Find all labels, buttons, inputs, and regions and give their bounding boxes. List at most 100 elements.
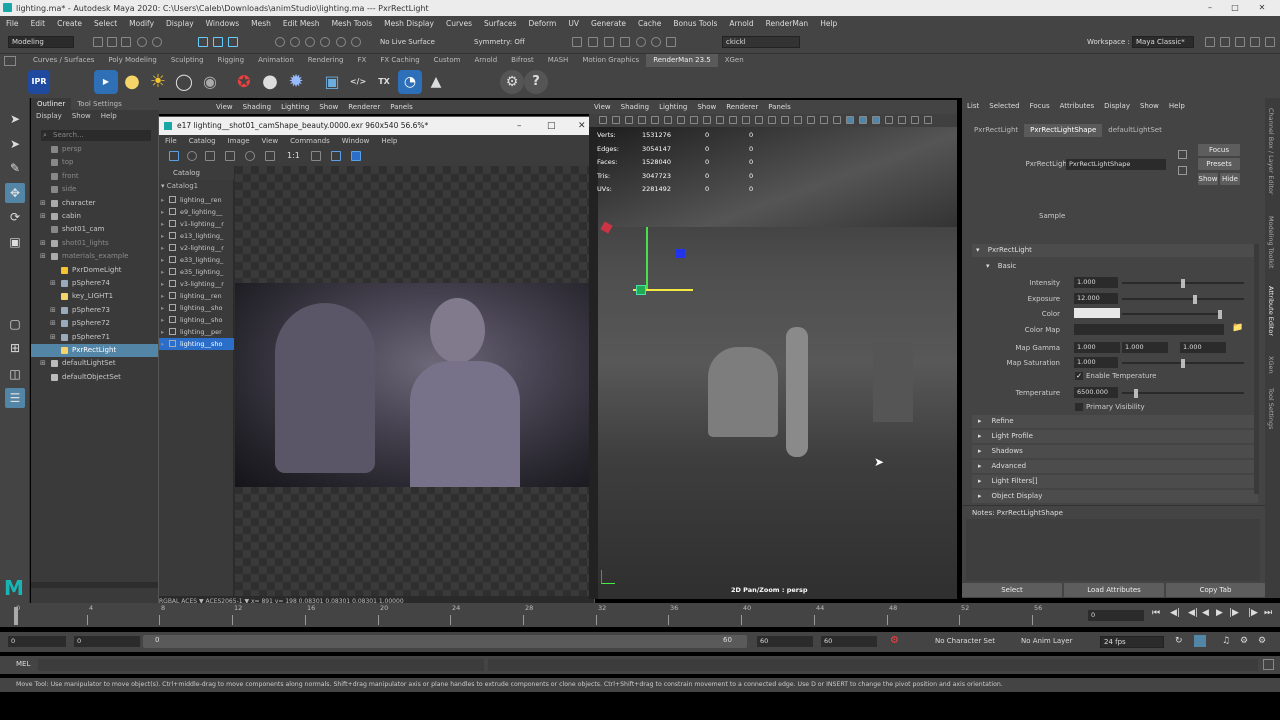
viewport-tool-icon[interactable] (794, 116, 802, 124)
ae-menu-show[interactable]: Show (1135, 100, 1164, 112)
viewport-tool-icon[interactable] (768, 116, 776, 124)
help-icon[interactable]: ? (524, 70, 548, 94)
render-canvas[interactable] (235, 166, 595, 596)
outliner-item-pxrdomelight[interactable]: PxrDomeLight (31, 264, 159, 277)
ipr-icon[interactable] (588, 37, 598, 47)
range-slider[interactable]: 0 60 (143, 635, 747, 648)
temperature-slider[interactable] (1122, 389, 1244, 398)
shelf-tab-curves-surfaces[interactable]: Curves / Surfaces (26, 54, 101, 67)
tab-modeling-toolkit[interactable]: Modeling Toolkit (1267, 216, 1275, 268)
expand-toggle-icon[interactable]: ⊞ (50, 304, 56, 317)
scene-start-field[interactable]: 0 (8, 636, 66, 647)
catalog-item[interactable]: ▸ e13_lighting_ (159, 230, 234, 242)
menu-edit-mesh[interactable]: Edit Mesh (277, 19, 326, 28)
rect-light-icon[interactable]: ◯ (172, 70, 196, 94)
viewport-tool-icon[interactable] (755, 116, 763, 124)
outliner-item-character[interactable]: ⊞ character (31, 197, 159, 210)
viewport-menu-renderer[interactable]: Renderer (721, 100, 763, 114)
menu-create[interactable]: Create (51, 19, 88, 28)
tab-xgen[interactable]: XGen (1267, 356, 1275, 374)
viewport-tool-icon[interactable] (872, 116, 880, 124)
catalog-item[interactable]: ▸ e33_lighting_ (159, 254, 234, 266)
exposure-field[interactable]: 12.000 (1074, 293, 1118, 304)
expand-toggle-icon[interactable]: ⊞ (40, 250, 46, 263)
map-saturation-field[interactable]: 1.000 (1074, 357, 1118, 368)
rv-frame-icon[interactable] (205, 151, 215, 161)
catalog-item-checkbox[interactable] (169, 244, 176, 251)
rv-compare-icon[interactable] (331, 151, 341, 161)
menu-cache[interactable]: Cache (632, 19, 667, 28)
catalog-item-checkbox[interactable] (169, 340, 176, 347)
outliner-item-psphere72[interactable]: ⊞ pSphere72 (31, 317, 159, 330)
mountain-icon[interactable]: ▲ (424, 70, 448, 94)
close-icon[interactable]: ✕ (1252, 0, 1272, 16)
shelf-options-icon[interactable] (4, 56, 16, 66)
viewport-tool-icon[interactable] (820, 116, 828, 124)
sound-icon[interactable]: ♫ (1222, 636, 1230, 646)
outliner-item-materials-example[interactable]: ⊞ materials_example (31, 250, 159, 263)
catalog-item[interactable]: ▸ v1-lighting__r (159, 218, 234, 230)
catalog-item-checkbox[interactable] (169, 196, 176, 203)
rv-snapshot-icon[interactable] (225, 151, 235, 161)
play-forward-icon[interactable]: ▶ (1216, 608, 1223, 618)
catalog-item-checkbox[interactable] (169, 256, 176, 263)
maximize-icon[interactable]: □ (1225, 0, 1245, 16)
outliner-item-side[interactable]: side (31, 183, 159, 196)
viewport-tool-icon[interactable] (703, 116, 711, 124)
ae-tab-defaultlightset[interactable]: defaultLightSet (1102, 124, 1168, 137)
section-light-filters[interactable]: ▸ Light Filters[] (972, 475, 1258, 488)
intensity-field[interactable]: 1.000 (1074, 277, 1118, 288)
rv-close-icon[interactable]: ✕ (578, 117, 586, 135)
snap-curve-icon[interactable] (290, 37, 300, 47)
catalog-item[interactable]: ▸ lighting__ren (159, 290, 234, 302)
channel-box-toggle-icon[interactable] (1250, 37, 1260, 47)
menu-help[interactable]: Help (814, 19, 843, 28)
catalog-root[interactable]: ▾ Catalog1 (161, 182, 198, 190)
shelf-tab-motion-graphics[interactable]: Motion Graphics (575, 54, 646, 67)
outliner-menu-help[interactable]: Help (96, 110, 122, 122)
playback-start-field[interactable]: 0 (74, 636, 140, 647)
env-light-icon[interactable]: ◉ (198, 70, 222, 94)
star-light-icon[interactable]: ✪ (232, 70, 256, 94)
viewport-tool-icon[interactable] (729, 116, 737, 124)
rv-menu-view[interactable]: View (256, 135, 285, 148)
undo-icon[interactable] (137, 37, 147, 47)
expand-toggle-icon[interactable]: ⊞ (50, 277, 56, 290)
menu-bonus-tools[interactable]: Bonus Tools (667, 19, 723, 28)
viewport-tool-icon[interactable] (859, 116, 867, 124)
ae-hide-button[interactable]: Hide (1220, 173, 1240, 185)
viewport-menu-panels[interactable]: Panels (763, 100, 796, 114)
expand-toggle-icon[interactable]: ⊞ (40, 237, 46, 250)
time-slider[interactable]: 0 4 8 12 16 20 24 28 32 36 40 44 48 52 56 0 ⏮ ◀| ◀| ◀ … (0, 603, 1280, 627)
intensity-slider-thumb[interactable] (1181, 279, 1185, 288)
catalog-item-checkbox[interactable] (169, 328, 176, 335)
catalog-item-checkbox[interactable] (169, 304, 176, 311)
playback-end-field[interactable]: 60 (757, 636, 813, 647)
render-icon[interactable]: ▶ (94, 70, 118, 94)
menu-arnold[interactable]: Arnold (723, 19, 759, 28)
temperature-field[interactable]: 6500.000 (1074, 387, 1118, 398)
character-set-dropdown[interactable]: No Character Set (935, 637, 995, 645)
outliner-toggle-icon[interactable] (1265, 37, 1275, 47)
catalog-item[interactable]: ▸ v2-lighting__r (159, 242, 234, 254)
expand-toggle-icon[interactable]: ⊞ (40, 197, 46, 210)
menu-modify[interactable]: Modify (123, 19, 160, 28)
gear-material-icon[interactable]: ✹ (284, 70, 308, 94)
rv-crosshair-icon[interactable] (169, 151, 179, 161)
section-object-display[interactable]: ▸ Object Display (972, 490, 1258, 503)
redo-icon[interactable] (152, 37, 162, 47)
shelf-tab-renderman-23-5[interactable]: RenderMan 23.5 (646, 54, 718, 67)
map-gamma-b-field[interactable]: 1.000 (1180, 342, 1226, 353)
snap-projected-icon[interactable] (320, 37, 330, 47)
left-viewport-menu-lighting[interactable]: Lighting (276, 100, 314, 114)
symmetry-label[interactable]: Symmetry: Off (474, 38, 525, 46)
expand-toggle-icon[interactable]: ⊞ (50, 331, 56, 344)
new-scene-icon[interactable] (93, 37, 103, 47)
color-slider-thumb[interactable] (1218, 310, 1222, 319)
tab-tool-settings[interactable]: Tool Settings (71, 98, 128, 110)
outliner-scrollbar[interactable] (31, 582, 159, 588)
catalog-item[interactable]: ▸ lighting__sho (159, 338, 234, 350)
outliner-menu-show[interactable]: Show (67, 110, 96, 122)
command-input[interactable] (38, 659, 484, 671)
color-slider[interactable] (1122, 310, 1222, 319)
